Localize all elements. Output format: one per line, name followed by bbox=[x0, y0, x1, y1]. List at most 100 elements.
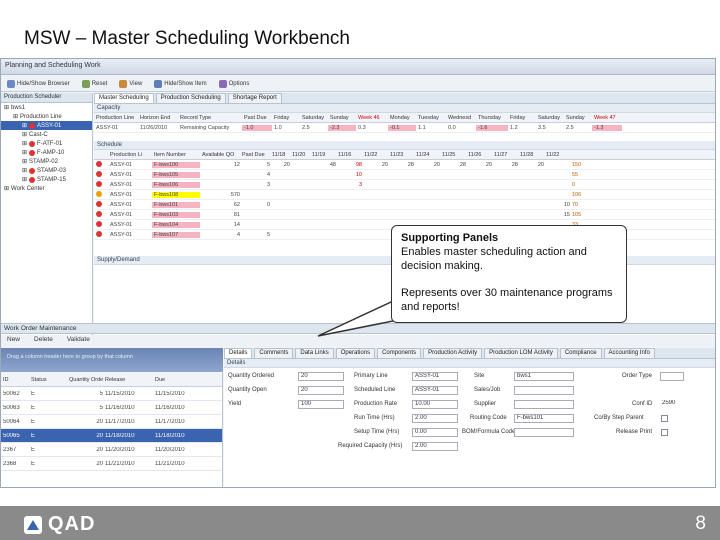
schedule-column-header[interactable]: 11/16 bbox=[336, 152, 362, 158]
capacity-column-header[interactable]: Monday bbox=[388, 115, 416, 121]
run-time-field[interactable]: 2.00 bbox=[412, 414, 458, 423]
detail-tab[interactable]: Comments bbox=[254, 348, 294, 358]
toolbar-item[interactable]: Options bbox=[218, 79, 249, 88]
capacity-column-header[interactable]: Wednesd bbox=[446, 115, 476, 121]
quantity-ordered-field[interactable]: 20 bbox=[298, 372, 344, 381]
tree-node[interactable]: ⊞ STAMP-02 bbox=[1, 157, 92, 166]
detail-tab[interactable]: Production Activity bbox=[423, 348, 483, 358]
routing-code-field[interactable]: F-bws101 bbox=[514, 414, 574, 423]
capacity-column-header[interactable]: Friday bbox=[508, 115, 536, 121]
work-order-column-header[interactable]: ID bbox=[1, 377, 29, 383]
required-capacity-field[interactable]: 2.00 bbox=[412, 442, 458, 451]
schedule-row[interactable]: ASSY-01 F-bws106 3 3 0 bbox=[94, 180, 715, 190]
tab-shortage-report[interactable]: Shortage Report bbox=[227, 93, 282, 103]
work-order-row[interactable]: 2367 E 20 11/20/2010 11/20/2010 bbox=[1, 443, 222, 457]
work-order-row[interactable]: 50065 E 20 11/18/2010 11/18/2010 bbox=[1, 429, 222, 443]
work-order-delete-button[interactable]: Delete bbox=[34, 336, 53, 346]
capacity-column-header[interactable]: Production Line bbox=[94, 115, 138, 121]
capacity-column-header[interactable]: Week 46 bbox=[356, 115, 388, 121]
schedule-column-header[interactable]: Production Li bbox=[108, 152, 152, 158]
schedule-column-header[interactable]: 11/22 bbox=[362, 152, 388, 158]
schedule-column-header[interactable]: 11/26 bbox=[466, 152, 492, 158]
work-order-column-header[interactable]: Due bbox=[153, 377, 213, 383]
tree-node[interactable]: ⊞ F-AMP-10 bbox=[1, 148, 92, 157]
work-order-row[interactable]: 50063 E 5 11/16/2010 11/16/2010 bbox=[1, 401, 222, 415]
supplier-field[interactable] bbox=[514, 400, 574, 409]
site-field[interactable]: bws1 bbox=[514, 372, 574, 381]
toolbar-item[interactable]: Reset bbox=[81, 79, 107, 88]
detail-tab[interactable]: Production LOM Activity bbox=[484, 348, 558, 358]
work-order-validate-button[interactable]: Validate bbox=[67, 336, 90, 346]
capacity-row[interactable]: ASSY-01 11/26/2010 Remaining Capacity -1.0 1… bbox=[94, 123, 715, 133]
order-type-select[interactable] bbox=[660, 372, 684, 381]
schedule-column-header[interactable]: 11/25 bbox=[440, 152, 466, 158]
tree-node[interactable]: ⊞ STAMP-03 bbox=[1, 166, 92, 175]
tree-node[interactable]: ⊞ Cast-C bbox=[1, 130, 92, 139]
capacity-column-header[interactable]: Horizon End bbox=[138, 115, 178, 121]
toolbar-item[interactable]: Hide/Show Browser bbox=[7, 79, 70, 88]
tab-production-scheduling[interactable]: Production Scheduling bbox=[155, 93, 226, 103]
toolbar-item[interactable]: View bbox=[119, 79, 142, 88]
capacity-column-header[interactable]: Saturday bbox=[536, 115, 564, 121]
group-by-hint[interactable]: Drag a column header here to group by th… bbox=[1, 348, 223, 372]
schedule-column-header[interactable]: 11/18 bbox=[270, 152, 290, 158]
tree-node[interactable]: ⊞ bws1 bbox=[1, 103, 92, 112]
setup-time-field[interactable]: 0.00 bbox=[412, 428, 458, 437]
detail-tab[interactable]: Compliance bbox=[559, 348, 602, 358]
toolbar-item[interactable]: Hide/Show Item bbox=[154, 79, 207, 88]
capacity-column-header[interactable]: Friday bbox=[272, 115, 300, 121]
tree-node[interactable]: ⊞ Work Center bbox=[1, 184, 92, 193]
sales-job-field[interactable] bbox=[514, 386, 574, 395]
schedule-column-header[interactable]: Item Number bbox=[152, 152, 200, 158]
work-order-row[interactable]: 50062 E 5 11/15/2010 11/15/2010 bbox=[1, 387, 222, 401]
capacity-column-header[interactable]: Saturday bbox=[300, 115, 328, 121]
capacity-column-header[interactable]: Week 47 bbox=[592, 115, 622, 121]
scheduled-line-select[interactable]: ASSY-01 bbox=[412, 386, 458, 395]
production-rate-field[interactable]: 10.00 bbox=[412, 400, 458, 409]
release-print-checkbox[interactable] bbox=[661, 429, 668, 436]
capacity-column-header[interactable]: Sunday bbox=[564, 115, 592, 121]
tree-node[interactable]: ⊞ F-ATF-01 bbox=[1, 139, 92, 148]
yield-field[interactable]: 100 bbox=[298, 400, 344, 409]
schedule-column-header[interactable]: 11/22 bbox=[544, 152, 570, 158]
schedule-row[interactable]: ASSY-01 F-bws101 62 0 10 70 bbox=[94, 200, 715, 210]
detail-tab[interactable]: Details bbox=[224, 348, 253, 358]
co-by-step-checkbox[interactable] bbox=[661, 415, 668, 422]
tree-node[interactable]: ⊞ ASSY-01 bbox=[1, 121, 92, 130]
work-order-row[interactable]: 50064 E 20 11/17/2010 11/17/2010 bbox=[1, 415, 222, 429]
schedule-row[interactable]: ASSY-01 F-bws100 12 5 20 48 98 20 28 20 28 20 28 20 15… bbox=[94, 160, 715, 170]
work-order-row[interactable]: 2368 E 20 11/21/2010 11/21/2010 bbox=[1, 457, 222, 471]
capacity-column-header[interactable]: Record Type bbox=[178, 115, 242, 121]
schedule-column-header[interactable]: 11/19 bbox=[310, 152, 336, 158]
detail-tab[interactable]: Accounting Info bbox=[603, 348, 655, 358]
capacity-column-header[interactable]: Past Due bbox=[242, 115, 272, 121]
schedule-column-header[interactable]: 11/28 bbox=[518, 152, 544, 158]
schedule-column-header[interactable]: 11/23 bbox=[388, 152, 414, 158]
schedule-row[interactable]: ASSY-01 F-bws103 81 15 105 bbox=[94, 210, 715, 220]
detail-tab[interactable]: Data Links bbox=[295, 348, 334, 358]
tree-node[interactable]: ⊞ Production Line bbox=[1, 112, 92, 121]
schedule-column-header[interactable]: 11/24 bbox=[414, 152, 440, 158]
schedule-column-header[interactable]: Available QO bbox=[200, 152, 240, 158]
quantity-open-field[interactable]: 20 bbox=[298, 386, 344, 395]
capacity-column-header[interactable]: Thursday bbox=[476, 115, 508, 121]
schedule-row[interactable]: ASSY-01 F-bws105 4 10 55 bbox=[94, 170, 715, 180]
work-order-new-button[interactable]: New bbox=[7, 336, 20, 346]
work-order-column-header[interactable]: Status bbox=[29, 377, 67, 383]
bom-formula-field[interactable] bbox=[514, 428, 574, 437]
primary-line-field[interactable]: ASSY-01 bbox=[412, 372, 458, 381]
capacity-column-header[interactable]: Tuesday bbox=[416, 115, 446, 121]
detail-tab[interactable]: Components bbox=[377, 348, 422, 358]
schedule-item-cell: F-bws105 bbox=[152, 171, 200, 178]
schedule-row[interactable]: ASSY-01 F-bws108 570 106 bbox=[94, 190, 715, 200]
left-panel-tab[interactable]: Production Scheduler bbox=[1, 93, 92, 103]
detail-tab[interactable]: Operations bbox=[335, 348, 376, 358]
schedule-column-header[interactable]: 11/20 bbox=[290, 152, 310, 158]
work-order-column-header[interactable]: Quantity Ordered bbox=[67, 377, 103, 383]
tree-node[interactable]: ⊞ STAMP-15 bbox=[1, 175, 92, 184]
tab-master-scheduling[interactable]: Master Scheduling bbox=[94, 93, 154, 103]
capacity-column-header[interactable]: Sunday bbox=[328, 115, 356, 121]
schedule-column-header[interactable]: 11/27 bbox=[492, 152, 518, 158]
work-order-column-header[interactable]: Release bbox=[103, 377, 153, 383]
schedule-column-header[interactable]: Past Due bbox=[240, 152, 270, 158]
